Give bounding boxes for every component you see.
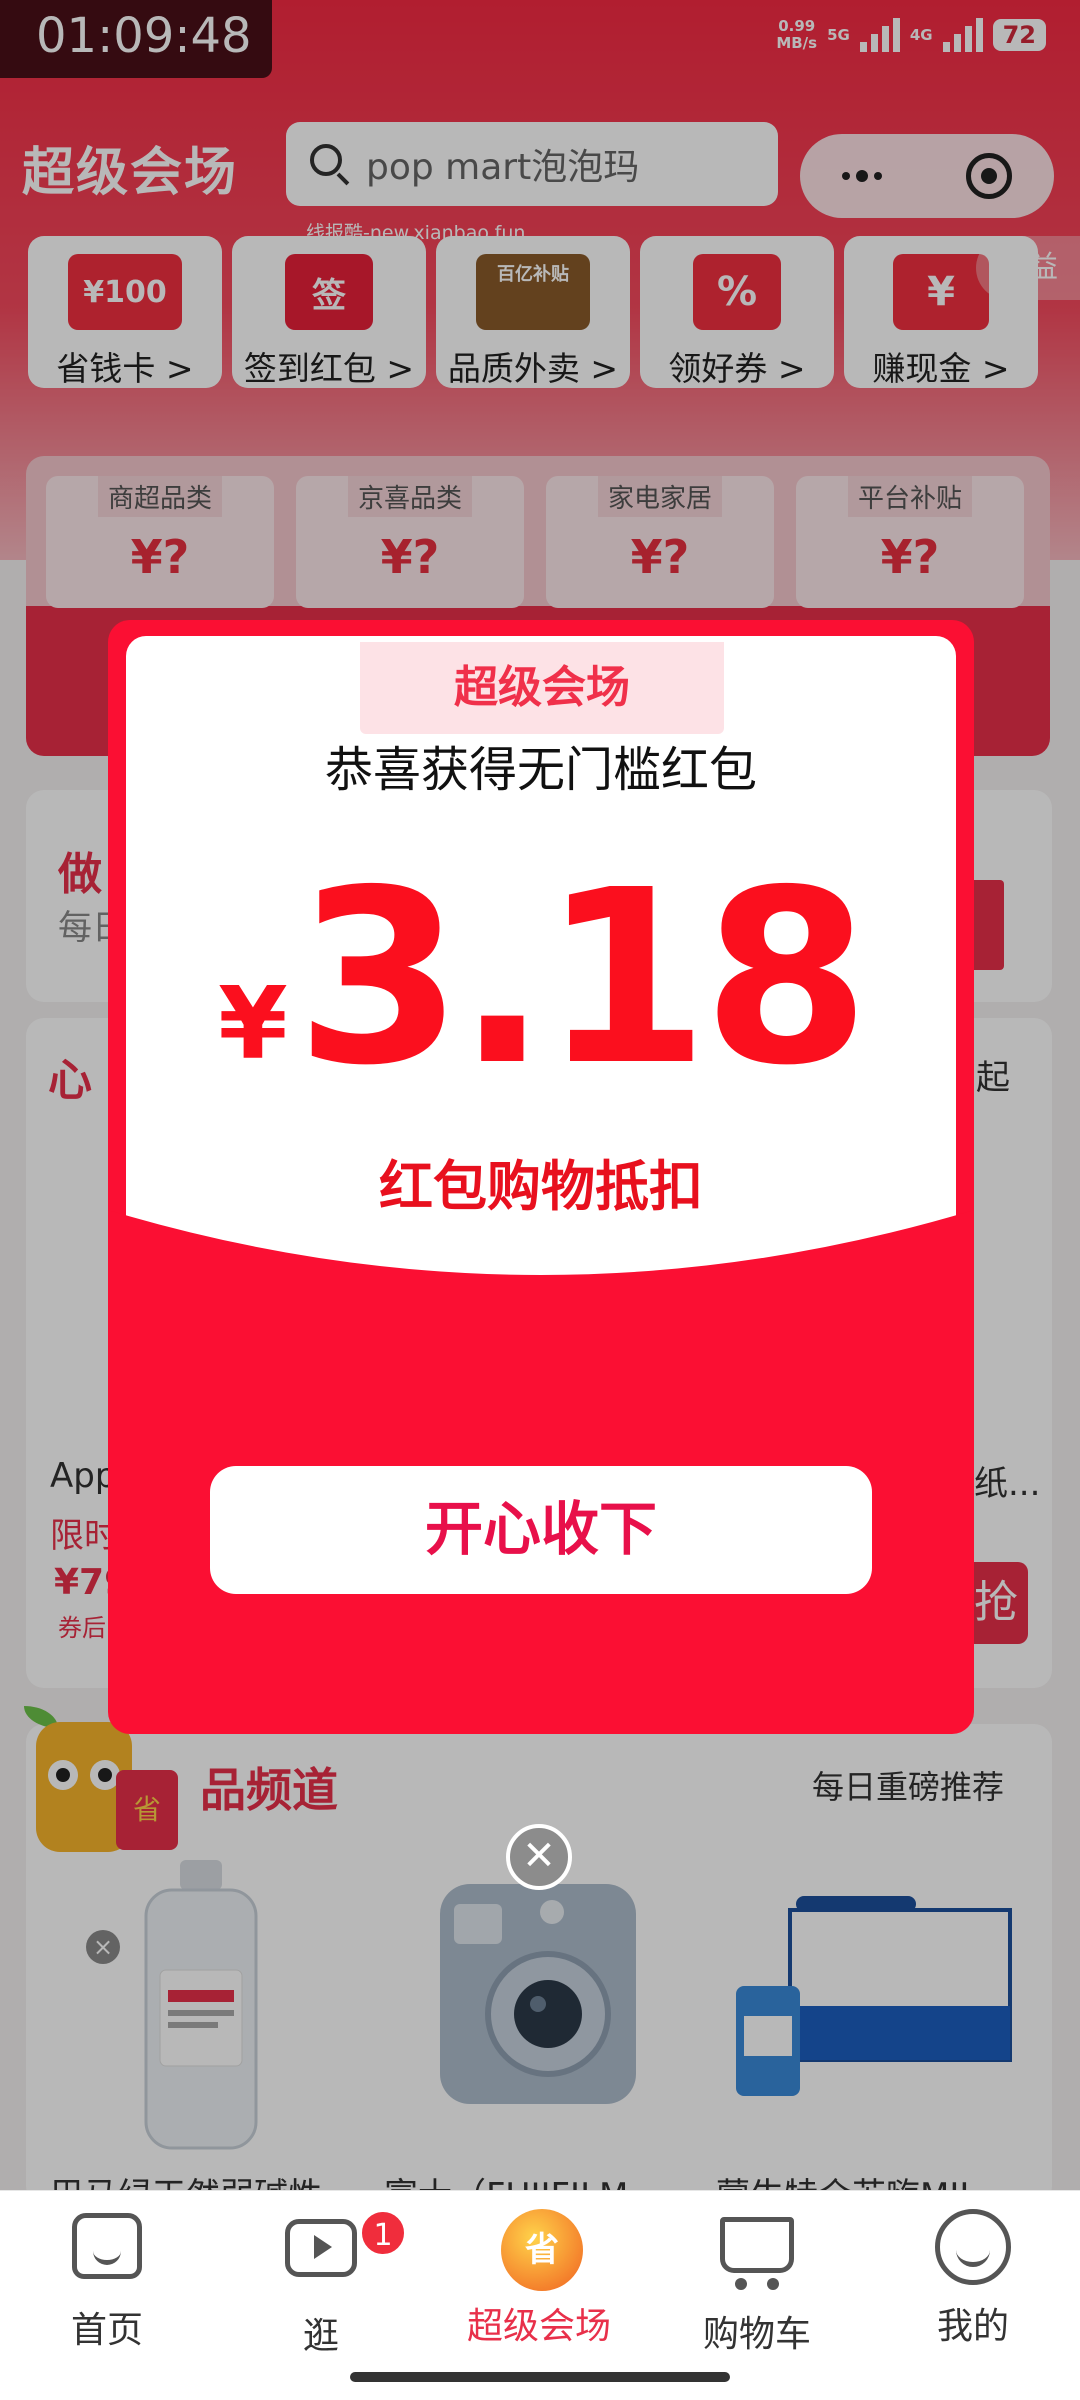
home-indicator[interactable] (350, 2372, 730, 2382)
accept-button[interactable]: 开心收下 (210, 1466, 872, 1594)
nav-label: 超级会场 (466, 2306, 611, 2347)
nav-label: 首页 (70, 2310, 143, 2351)
modal-tag: 超级会场 (360, 642, 724, 734)
notification-badge: 1 (359, 2209, 407, 2257)
red-packet-modal: 超级会场 恭喜获得无门槛红包 ¥ 3.18 红包购物抵扣 开心收下 (108, 620, 974, 1734)
modal-headline: 恭喜获得无门槛红包 (324, 742, 757, 798)
nav-cart[interactable]: 购物车 (682, 2209, 832, 2369)
profile-icon (935, 2209, 1011, 2285)
cart-icon (720, 2217, 794, 2290)
red-packet-amount: ¥ 3.18 (108, 858, 974, 1098)
close-icon[interactable]: ✕ (506, 1824, 572, 1890)
video-icon (285, 2219, 357, 2277)
nav-label: 逛 (302, 2316, 339, 2357)
nav-me[interactable]: 我的 (898, 2209, 1048, 2369)
currency-symbol: ¥ (218, 965, 288, 1082)
nav-label: 购物车 (702, 2314, 811, 2355)
nav-home[interactable]: 首页 (32, 2209, 182, 2369)
home-icon (72, 2213, 142, 2279)
modal-curve (108, 1210, 974, 1330)
amount-value: 3.18 (295, 838, 870, 1118)
nav-super-venue[interactable]: 省 超级会场 (464, 2209, 614, 2369)
super-venue-icon: 省 (501, 2209, 583, 2291)
nav-browse[interactable]: 1 逛 (246, 2209, 407, 2369)
bottom-nav: 首页 1 逛 省 超级会场 购物车 我的 (0, 2190, 1080, 2400)
nav-label: 我的 (936, 2306, 1009, 2347)
modal-subtitle: 红包购物抵扣 (379, 1155, 703, 1218)
